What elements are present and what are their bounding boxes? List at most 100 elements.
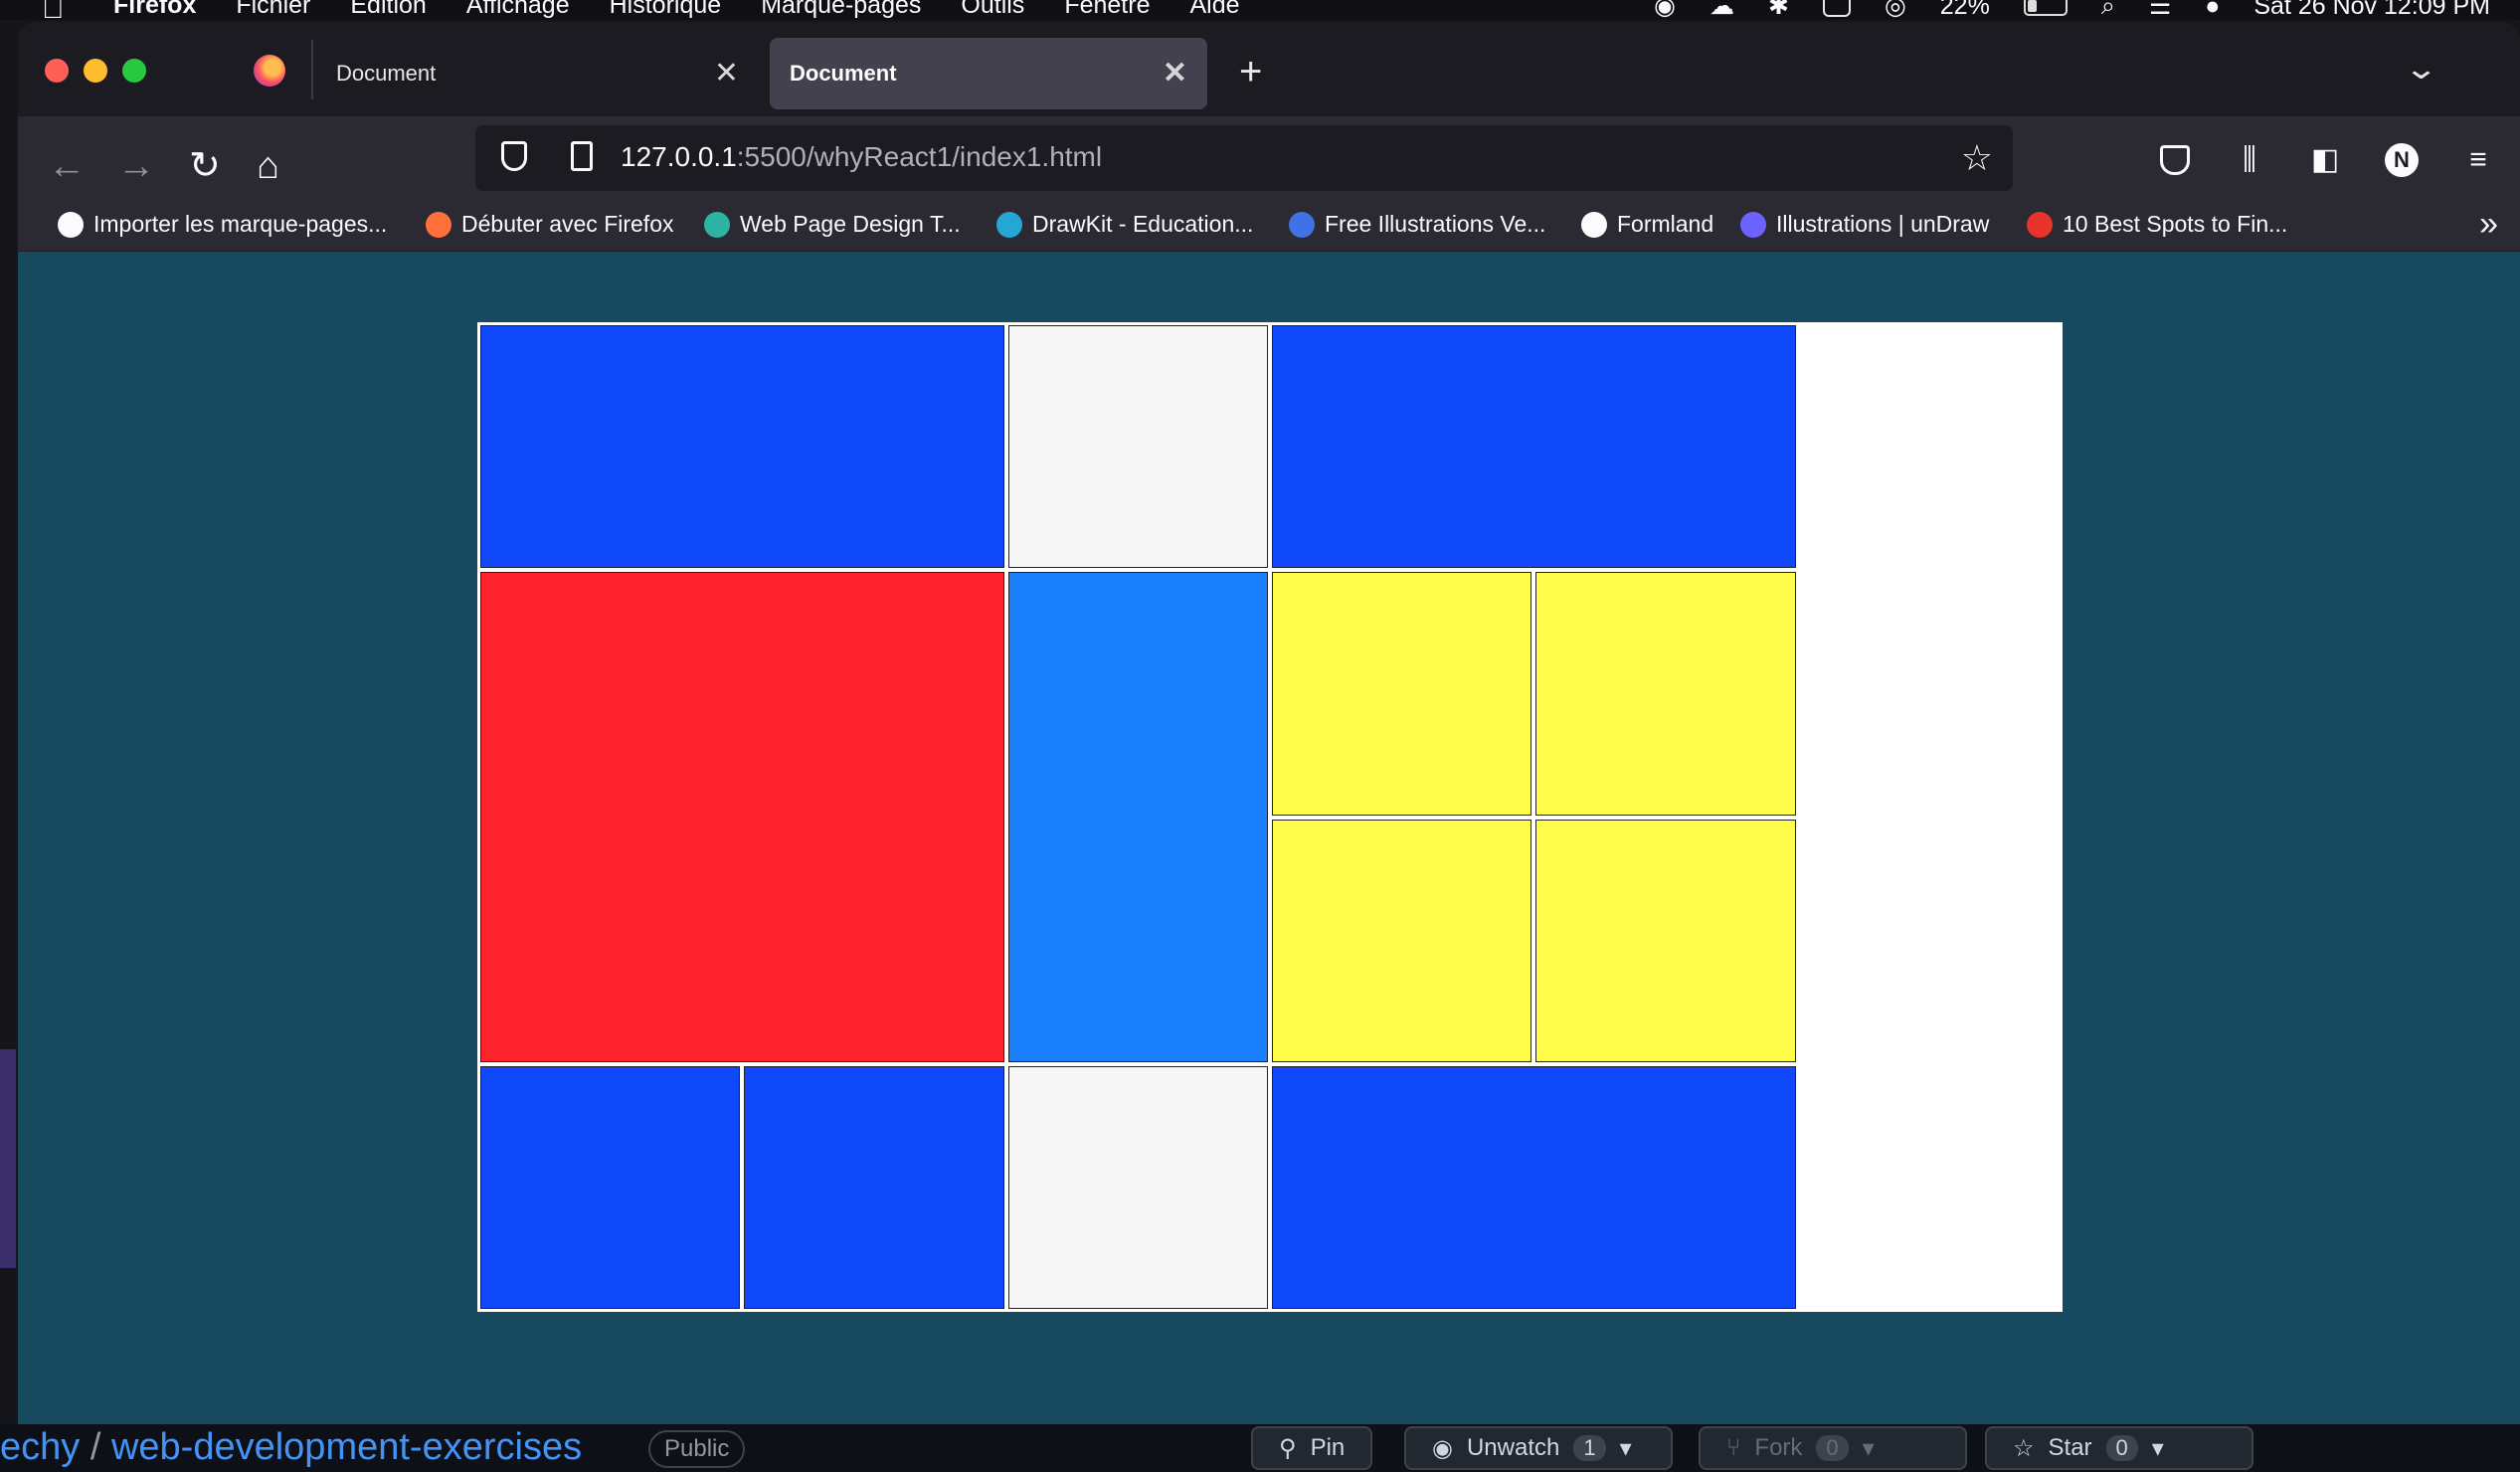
siri-icon[interactable]: ● (2205, 0, 2220, 20)
bookmark-label: Free Illustrations Ve... (1325, 211, 1546, 237)
grid-cell-blue (480, 325, 1004, 569)
menu-4[interactable]: Historique (610, 0, 722, 20)
close-tab-icon[interactable]: ✕ (1163, 56, 1187, 91)
menu-7[interactable]: Fenêtre (1064, 0, 1150, 20)
pin-label: Pin (1310, 1434, 1346, 1461)
tab-document-2-active[interactable]: Document ✕ (770, 38, 1207, 109)
menubar-clock[interactable]: Sat 26 Nov 12:09 PM (2253, 0, 2490, 20)
menu-1[interactable]: Fichier (236, 0, 310, 20)
app-menu-hamburger-icon[interactable]: ≡ (2462, 145, 2494, 175)
wifi-icon[interactable]: ◉ (1654, 0, 1676, 20)
bluetooth-icon[interactable]: ✱ (1768, 0, 1789, 20)
close-window-button[interactable] (45, 59, 69, 83)
apple-menu-icon[interactable]:  (42, 0, 65, 20)
globe-icon (1581, 211, 1607, 238)
macos-menubar:  Firefox Fichier Édition Affichage Historiq… (0, 0, 2520, 20)
url-host: 127.0.0.1 (621, 141, 737, 172)
breadcrumb-slash: / (80, 1426, 111, 1468)
menu-3[interactable]: Affichage (466, 0, 570, 20)
bookmark-item-1[interactable]: Débuter avec Firefox (426, 211, 673, 238)
bookmark-item-4[interactable]: Free Illustrations Ve... (1289, 211, 1545, 238)
menu-0[interactable]: Firefox (113, 0, 196, 20)
bookmark-item-7[interactable]: 10 Best Spots to Fin... (2027, 211, 2287, 238)
grid-cell-blue (1272, 325, 1796, 569)
new-tab-button[interactable]: + (1239, 52, 1262, 92)
bookmark-label: 10 Best Spots to Fin... (2063, 211, 2288, 237)
bookmark-item-3[interactable]: DrawKit - Education... (996, 211, 1253, 238)
bookmark-star-icon[interactable]: ☆ (1961, 137, 1993, 179)
diamond-icon (704, 211, 730, 238)
page-info-icon[interactable] (571, 141, 593, 171)
menu-5[interactable]: Marque-pages (761, 0, 921, 20)
app-menus: Firefox Fichier Édition Affichage Historique… (113, 0, 1240, 20)
tracking-protection-shield-icon[interactable] (501, 141, 527, 171)
firefox-window: Document ✕ Document ✕ + ⌄ ← → ↻ ⌂ 127.0.… (18, 22, 2520, 1424)
sidebar-toggle-icon[interactable]: ◧ (2309, 145, 2341, 175)
star-button[interactable]: ☆ Star 0 ▾ (1985, 1426, 2253, 1470)
chevron-down-icon[interactable]: ▾ (1863, 1434, 1875, 1463)
grid-cell-blue (1272, 1065, 1796, 1309)
grid-cell-light-blue (1007, 572, 1268, 1062)
unwatch-button[interactable]: ◉ Unwatch 1 ▾ (1404, 1426, 1673, 1470)
user-icon[interactable]: ◎ (1885, 0, 1906, 20)
menu-6[interactable]: Outils (961, 0, 1024, 20)
page-content (18, 252, 2520, 1424)
tab-document-1[interactable]: Document ✕ (316, 38, 759, 109)
color-grid (477, 322, 2063, 1312)
battery-icon[interactable] (2023, 0, 2068, 16)
close-tab-icon[interactable]: ✕ (714, 56, 739, 91)
pocket-icon[interactable] (2160, 145, 2190, 175)
import-icon (58, 211, 84, 238)
home-button[interactable]: ⌂ (257, 136, 279, 196)
toolbar-right-icons: ⫼ ◧ N ≡ (2160, 143, 2494, 177)
firefox-view-icon[interactable] (254, 55, 285, 87)
back-button[interactable]: ← (48, 136, 86, 196)
bookmark-label: DrawKit - Education... (1032, 211, 1254, 237)
pin-button[interactable]: ⚲ Pin (1251, 1426, 1373, 1470)
account-avatar[interactable]: N (2385, 143, 2419, 177)
spotlight-search-icon[interactable]: ⌕ (2101, 0, 2115, 20)
tab-title: Document (336, 61, 437, 86)
keyboard-input-icon[interactable] (1822, 0, 1851, 17)
url-text[interactable]: 127.0.0.1:5500/whyReact1/index1.html (621, 141, 1102, 173)
bookmark-label: Importer les marque-pages... (93, 211, 388, 237)
bookmark-item-5[interactable]: Formland (1581, 211, 1713, 238)
minimize-window-button[interactable] (84, 59, 107, 83)
control-center-icon[interactable]: ☰ (2149, 0, 2171, 20)
pin-icon (2027, 211, 2053, 238)
bookmarks-toolbar: » Importer les marque-pages... Débuter av… (18, 199, 2520, 251)
menu-2[interactable]: Édition (350, 0, 426, 20)
chevron-down-icon[interactable]: ▾ (2152, 1434, 2164, 1463)
tab-separator (311, 40, 313, 99)
repo-name-link[interactable]: web-development-exercises (111, 1426, 582, 1468)
watch-count: 1 (1573, 1435, 1606, 1461)
more-bookmarks-chevron-icon[interactable]: » (2479, 205, 2498, 244)
list-all-tabs-icon[interactable]: ⌄ (2404, 52, 2438, 87)
github-repo-header: echy / web-development-exercises Public … (0, 1424, 2520, 1472)
firefox-icon (426, 211, 451, 238)
tab-bar: Document ✕ Document ✕ + ⌄ (18, 22, 2520, 116)
library-icon[interactable]: ⫼ (2234, 145, 2265, 175)
url-path: :5500/whyReact1/index1.html (736, 141, 1103, 172)
bookmark-item-2[interactable]: Web Page Design T... (704, 211, 961, 238)
robot-icon (1289, 211, 1315, 238)
cloud-icon[interactable]: ☁ (1710, 0, 1734, 20)
bookmark-item-0[interactable]: Importer les marque-pages... (58, 211, 387, 238)
chevron-down-icon[interactable]: ▾ (1620, 1434, 1632, 1463)
zoom-window-button[interactable] (122, 59, 146, 83)
grid-cell-red (480, 572, 1004, 1062)
repo-owner-link[interactable]: echy (0, 1426, 80, 1468)
bookmark-item-6[interactable]: Illustrations | unDraw (1740, 211, 1989, 238)
menu-8[interactable]: Aide (1189, 0, 1239, 20)
fork-button[interactable]: ⑂ Fork 0 ▾ (1699, 1426, 1967, 1470)
address-bar[interactable]: 127.0.0.1:5500/whyReact1/index1.html ☆ (475, 125, 2013, 191)
grid-cell-white (1007, 325, 1268, 569)
grid-cell-blue (744, 1065, 1004, 1309)
reload-button[interactable]: ↻ (189, 136, 221, 196)
bookmark-label: Formland (1617, 211, 1714, 237)
drawkit-icon (996, 211, 1022, 238)
forward-button[interactable]: → (117, 136, 155, 196)
bookmark-label: Débuter avec Firefox (461, 211, 674, 237)
grid-cell-blue (480, 1065, 741, 1309)
undraw-icon (1740, 211, 1766, 238)
